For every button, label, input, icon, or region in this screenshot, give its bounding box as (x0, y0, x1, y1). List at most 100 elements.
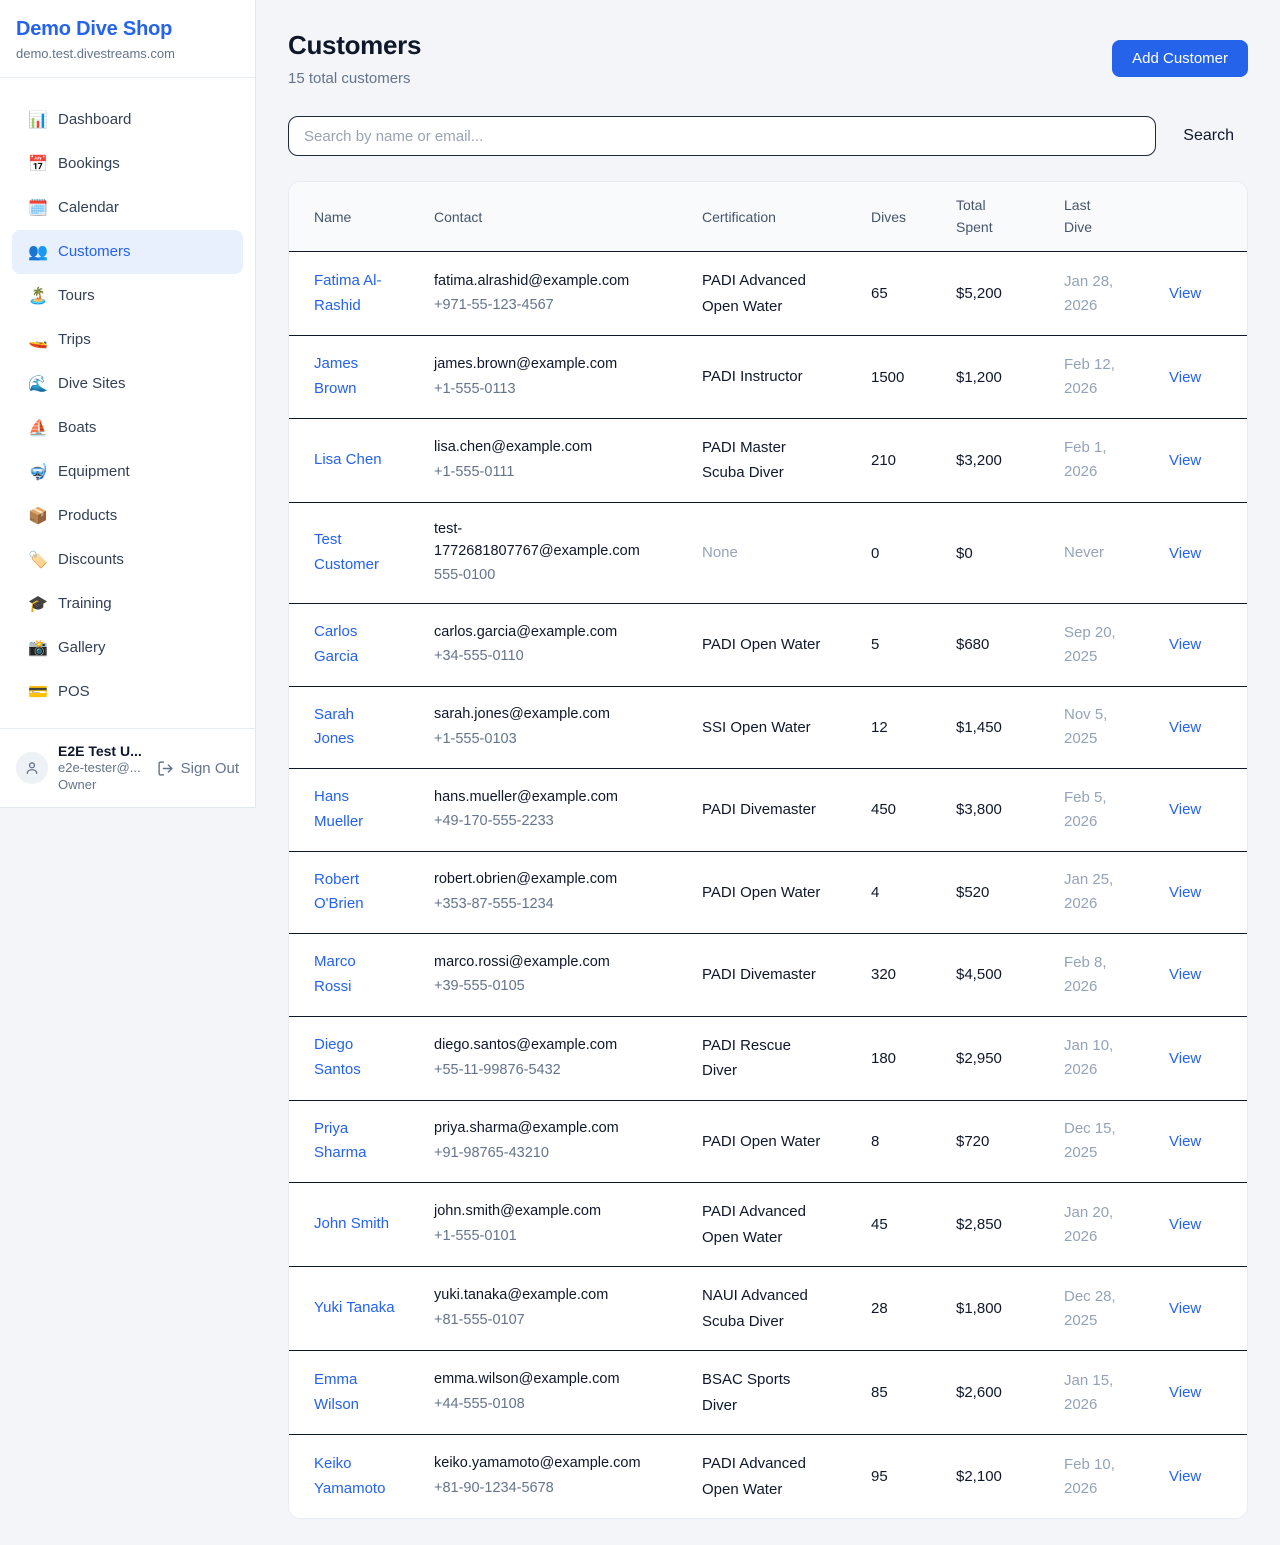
dives-count: 45 (871, 1216, 888, 1233)
view-link[interactable]: View (1169, 1216, 1201, 1233)
sidebar-item-bookings[interactable]: 📅Bookings (12, 142, 243, 186)
customer-email: emma.wilson@example.com (434, 1369, 642, 1391)
search-input[interactable] (288, 116, 1156, 156)
sidebar-item-trips[interactable]: 🚤Trips (12, 318, 243, 362)
total-spent: $2,100 (956, 1468, 1002, 1485)
sidebar-item-customers[interactable]: 👥Customers (12, 230, 243, 274)
view-link[interactable]: View (1169, 285, 1201, 302)
total-spent: $2,600 (956, 1384, 1002, 1401)
customer-name-link[interactable]: James Brown (314, 352, 396, 402)
customer-name-link[interactable]: Carlos Garcia (314, 620, 396, 670)
customer-name-link[interactable]: Lisa Chen (314, 448, 382, 473)
sidebar-item-pos[interactable]: 💳POS (12, 670, 243, 714)
dives-count: 8 (871, 1133, 879, 1150)
view-link[interactable]: View (1169, 1050, 1201, 1067)
customer-phone: +39-555-0105 (434, 976, 678, 998)
view-link[interactable]: View (1169, 884, 1201, 901)
column-header-total-spent: Total Spent (956, 182, 1064, 252)
certification-value: None (702, 540, 738, 566)
user-name: E2E Test U... (58, 743, 147, 759)
customer-phone: +49-170-555-2233 (434, 811, 678, 833)
certification-value: PADI Master Scuba Diver (702, 435, 824, 486)
table-row: Robert O'Brienrobert.obrien@example.com+… (289, 851, 1248, 934)
search-button[interactable]: Search (1156, 127, 1248, 145)
last-dive-date: Feb 5, 2026 (1064, 786, 1138, 834)
view-link[interactable]: View (1169, 801, 1201, 818)
customer-phone: +55-11-99876-5432 (434, 1060, 678, 1082)
customer-name-link[interactable]: Emma Wilson (314, 1368, 396, 1418)
tag-icon: 🏷️ (28, 550, 46, 570)
customer-email: hans.mueller@example.com (434, 787, 642, 809)
sidebar-item-boats[interactable]: ⛵Boats (12, 406, 243, 450)
customer-name-link[interactable]: Priya Sharma (314, 1117, 396, 1167)
sidebar-item-products[interactable]: 📦Products (12, 494, 243, 538)
customer-name-link[interactable]: Test Customer (314, 528, 396, 578)
last-dive-date: Dec 28, 2025 (1064, 1285, 1138, 1333)
page-title: Customers (288, 30, 421, 61)
sidebar-item-label: Discounts (58, 548, 124, 572)
customer-name-link[interactable]: Robert O'Brien (314, 868, 396, 918)
view-link[interactable]: View (1169, 1133, 1201, 1150)
last-dive-date: Sep 20, 2025 (1064, 621, 1138, 669)
customer-name-link[interactable]: Sarah Jones (314, 703, 396, 753)
last-dive-date: Feb 8, 2026 (1064, 951, 1138, 999)
sign-out-button[interactable]: Sign Out (157, 760, 239, 777)
customer-name-link[interactable]: Diego Santos (314, 1033, 396, 1083)
sidebar-item-label: Tours (58, 284, 95, 308)
view-link[interactable]: View (1169, 1300, 1201, 1317)
certification-value: PADI Instructor (702, 364, 803, 390)
sidebar-item-dashboard[interactable]: 📊Dashboard (12, 98, 243, 142)
sidebar-item-label: Customers (58, 240, 131, 264)
view-link[interactable]: View (1169, 369, 1201, 386)
certification-value: PADI Rescue Diver (702, 1033, 824, 1084)
view-link[interactable]: View (1169, 545, 1201, 562)
sidebar-item-gallery[interactable]: 📸Gallery (12, 626, 243, 670)
wave-icon: 🌊 (28, 374, 46, 394)
sidebar-item-calendar[interactable]: 🗓️Calendar (12, 186, 243, 230)
customer-name-link[interactable]: Yuki Tanaka (314, 1296, 395, 1321)
customer-name-link[interactable]: John Smith (314, 1212, 389, 1237)
dives-count: 1500 (871, 369, 904, 386)
customer-phone: +44-555-0108 (434, 1394, 678, 1416)
view-link[interactable]: View (1169, 719, 1201, 736)
last-dive-date: Feb 10, 2026 (1064, 1453, 1138, 1501)
customer-phone: +91-98765-43210 (434, 1143, 678, 1165)
customer-email: test-1772681807767@example.com (434, 519, 642, 563)
view-link[interactable]: View (1169, 636, 1201, 653)
table-row: Keiko Yamamoto keiko.yamamoto@example.com… (289, 1435, 1248, 1519)
certification-value: PADI Open Water (702, 632, 820, 658)
table-row: Emma Wilson emma.wilson@example.com +44-55… (289, 1351, 1248, 1435)
customer-email: robert.obrien@example.com (434, 869, 642, 891)
column-header-certification: Certification (702, 182, 871, 252)
search-row: Search (288, 116, 1248, 156)
customer-name-link[interactable]: Marco Rossi (314, 950, 396, 1000)
sidebar-item-dive-sites[interactable]: 🌊Dive Sites (12, 362, 243, 406)
last-dive-date: Never (1064, 541, 1104, 565)
sidebar-item-equipment[interactable]: 🤿Equipment (12, 450, 243, 494)
customer-name-link[interactable]: Fatima Al-Rashid (314, 269, 396, 319)
table-row: Yuki Tanakayuki.tanaka@example.com+81-55… (289, 1267, 1248, 1351)
view-link[interactable]: View (1169, 1384, 1201, 1401)
total-spent: $720 (956, 1133, 989, 1150)
main-content: Customers 15 total customers Add Custome… (256, 0, 1280, 1545)
sidebar-item-label: Trips (58, 328, 91, 352)
add-customer-button[interactable]: Add Customer (1112, 40, 1248, 77)
view-link[interactable]: View (1169, 452, 1201, 469)
view-link[interactable]: View (1169, 1468, 1201, 1485)
customer-name-link[interactable]: Hans Mueller (314, 785, 396, 835)
view-link[interactable]: View (1169, 966, 1201, 983)
sidebar-item-tours[interactable]: 🏝️Tours (12, 274, 243, 318)
brand-block: Demo Dive Shop demo.test.divestreams.com (0, 0, 255, 78)
total-spent: $3,800 (956, 801, 1002, 818)
customer-phone: +81-90-1234-5678 (434, 1478, 678, 1500)
sidebar-item-discounts[interactable]: 🏷️ Discounts (12, 538, 243, 582)
customer-name-link[interactable]: Keiko Yamamoto (314, 1452, 396, 1502)
dives-count: 5 (871, 636, 879, 653)
sidebar-item-label: Products (58, 504, 117, 528)
sidebar-item-training[interactable]: 🎓Training (12, 582, 243, 626)
customer-email: keiko.yamamoto@example.com (434, 1453, 642, 1475)
customer-email: fatima.alrashid@example.com (434, 271, 642, 293)
user-role: Owner (58, 776, 147, 793)
table-row: John Smithjohn.smith@example.com+1-555-0… (289, 1183, 1248, 1267)
logout-icon (157, 760, 174, 777)
